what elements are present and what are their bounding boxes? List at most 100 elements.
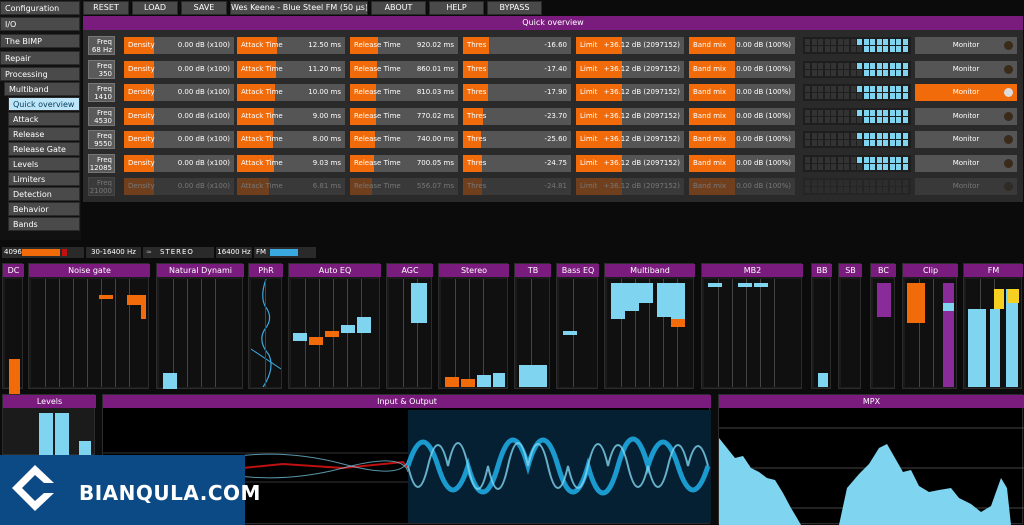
module-bb[interactable]: BB bbox=[811, 263, 832, 389]
nav-item-release-gate[interactable]: Release Gate bbox=[8, 142, 80, 156]
thres-slider[interactable]: Thres -17.90 bbox=[463, 84, 571, 101]
bandmix-slider[interactable]: Band mix 0.00 dB (100%) bbox=[689, 178, 795, 195]
help-button[interactable]: HELP bbox=[429, 1, 484, 15]
density-slider[interactable]: Density 0.00 dB (x100) bbox=[124, 107, 234, 125]
attack-slider[interactable]: Attack Time 9.00 ms bbox=[237, 107, 345, 125]
module-dc[interactable]: DC bbox=[2, 263, 24, 399]
limit-slider[interactable]: Limit +36.12 dB (2097152) bbox=[576, 84, 684, 101]
release-slider[interactable]: Release Time 810.03 ms bbox=[350, 84, 458, 101]
about-button[interactable]: ABOUT bbox=[371, 1, 426, 15]
bandmix-slider[interactable]: Band mix 0.00 dB (100%) bbox=[689, 60, 795, 78]
freq-button[interactable]: Freq 68 Hz bbox=[88, 36, 115, 55]
limit-slider[interactable]: Limit +36.12 dB (2097152) bbox=[576, 107, 684, 125]
monitor-button[interactable]: Monitor bbox=[915, 60, 1017, 78]
attack-value: 8.00 ms bbox=[312, 135, 341, 143]
release-slider[interactable]: Release Time 700.05 ms bbox=[350, 154, 458, 172]
save-button[interactable]: SAVE bbox=[181, 1, 227, 15]
module-auto-eq[interactable]: Auto EQ bbox=[288, 263, 381, 389]
load-button[interactable]: LOAD bbox=[132, 1, 178, 15]
release-slider[interactable]: Release Time 920.02 ms bbox=[350, 37, 458, 54]
module-multiband[interactable]: Multiband bbox=[604, 263, 695, 389]
module-agc[interactable]: AGC bbox=[386, 263, 433, 389]
attack-slider[interactable]: Attack Time 9.03 ms bbox=[237, 154, 345, 172]
density-label: Density bbox=[128, 88, 155, 96]
nav-item-limiters[interactable]: Limiters bbox=[8, 172, 80, 186]
reset-button[interactable]: RESET bbox=[83, 1, 129, 15]
module-fm[interactable]: FM bbox=[963, 263, 1023, 389]
nav-item-repair[interactable]: Repair bbox=[0, 51, 80, 65]
module-mb2[interactable]: MB2 bbox=[701, 263, 803, 389]
monitor-button[interactable]: Monitor bbox=[915, 178, 1017, 195]
bandmix-slider[interactable]: Band mix 0.00 dB (100%) bbox=[689, 84, 795, 101]
module-noise-gate[interactable]: Noise gate bbox=[28, 263, 150, 389]
module-natural-dynami[interactable]: Natural Dynami bbox=[156, 263, 244, 389]
density-slider[interactable]: Density 0.00 dB (x100) bbox=[124, 178, 234, 195]
monitor-button[interactable]: Monitor bbox=[915, 154, 1017, 172]
nav-item-behavior[interactable]: Behavior bbox=[8, 202, 80, 216]
release-slider[interactable]: Release Time 770.02 ms bbox=[350, 107, 458, 125]
meter-segment bbox=[805, 156, 810, 163]
nav-item-processing[interactable]: Processing bbox=[0, 67, 80, 81]
meter-segment bbox=[889, 109, 895, 116]
module-bass-eq[interactable]: Bass EQ bbox=[556, 263, 599, 389]
thres-slider[interactable]: Thres -25.60 bbox=[463, 131, 571, 148]
attack-slider[interactable]: Attack Time 6.81 ms bbox=[237, 178, 345, 195]
density-slider[interactable]: Density 0.00 dB (x100) bbox=[124, 131, 234, 148]
nav-item-attack[interactable]: Attack bbox=[8, 112, 80, 126]
freq-button[interactable]: Freq 1410 bbox=[88, 83, 115, 102]
monitor-button[interactable]: Monitor bbox=[915, 84, 1017, 101]
monitor-button[interactable]: Monitor bbox=[915, 131, 1017, 148]
release-slider[interactable]: Release Time 556.07 ms bbox=[350, 178, 458, 195]
nav-item-detection[interactable]: Detection bbox=[8, 187, 80, 201]
thres-slider[interactable]: Thres -24.75 bbox=[463, 154, 571, 172]
nav-item-bands[interactable]: Bands bbox=[8, 217, 80, 231]
freq-button[interactable]: Freq 350 bbox=[88, 59, 115, 79]
thres-slider[interactable]: Thres -17.40 bbox=[463, 60, 571, 78]
module-tb[interactable]: TB bbox=[514, 263, 551, 389]
bandmix-slider[interactable]: Band mix 0.00 dB (100%) bbox=[689, 131, 795, 148]
nav-item-levels[interactable]: Levels bbox=[8, 157, 80, 171]
module-sb[interactable]: SB bbox=[838, 263, 862, 389]
limit-slider[interactable]: Limit +36.12 dB (2097152) bbox=[576, 60, 684, 78]
nav-item-quick-overview[interactable]: Quick overview bbox=[8, 97, 80, 111]
limit-slider[interactable]: Limit +36.12 dB (2097152) bbox=[576, 37, 684, 54]
nav-item-multiband[interactable]: Multiband bbox=[4, 82, 80, 96]
attack-slider[interactable]: Attack Time 12.50 ms bbox=[237, 37, 345, 54]
bandmix-slider[interactable]: Band mix 0.00 dB (100%) bbox=[689, 107, 795, 125]
preset-selector[interactable]: Wes Keene - Blue Steel FM (50 µs) bbox=[230, 1, 368, 15]
bandmix-slider[interactable]: Band mix 0.00 dB (100%) bbox=[689, 154, 795, 172]
density-slider[interactable]: Density 0.00 dB (x100) bbox=[124, 60, 234, 78]
nav-item-configuration[interactable]: Configuration bbox=[0, 1, 80, 15]
freq-button[interactable]: Freq 9550 bbox=[88, 130, 115, 149]
limit-slider[interactable]: Limit +36.12 dB (2097152) bbox=[576, 131, 684, 148]
density-slider[interactable]: Density 0.00 dB (x100) bbox=[124, 154, 234, 172]
attack-slider[interactable]: Attack Time 10.00 ms bbox=[237, 84, 345, 101]
meter-segment bbox=[837, 163, 843, 170]
freq-button[interactable]: Freq 4530 bbox=[88, 106, 115, 126]
module-bc[interactable]: BC bbox=[870, 263, 896, 389]
thres-slider[interactable]: Thres -24.81 bbox=[463, 178, 571, 195]
nav-item-release[interactable]: Release bbox=[8, 127, 80, 141]
limit-slider[interactable]: Limit +36.12 dB (2097152) bbox=[576, 178, 684, 195]
module-clip[interactable]: Clip bbox=[902, 263, 958, 389]
module-phr[interactable]: PhR bbox=[248, 263, 283, 389]
module-display bbox=[873, 279, 894, 387]
module-stereo[interactable]: Stereo bbox=[438, 263, 509, 389]
bandmix-slider[interactable]: Band mix 0.00 dB (100%) bbox=[689, 37, 795, 54]
monitor-button[interactable]: Monitor bbox=[915, 37, 1017, 54]
bypass-button[interactable]: BYPASS bbox=[487, 1, 542, 15]
attack-slider[interactable]: Attack Time 8.00 ms bbox=[237, 131, 345, 148]
nav-item-i-o[interactable]: I/O bbox=[0, 17, 80, 31]
thres-slider[interactable]: Thres -23.70 bbox=[463, 107, 571, 125]
density-slider[interactable]: Density 0.00 dB (x100) bbox=[124, 84, 234, 101]
density-slider[interactable]: Density 0.00 dB (x100) bbox=[124, 37, 234, 54]
nav-item-the-bimp[interactable]: The BIMP bbox=[0, 34, 80, 48]
freq-button[interactable]: Freq 12085 bbox=[88, 153, 115, 173]
thres-slider[interactable]: Thres -16.60 bbox=[463, 37, 571, 54]
attack-slider[interactable]: Attack Time 11.20 ms bbox=[237, 60, 345, 78]
freq-button[interactable]: Freq 21000 bbox=[88, 177, 115, 196]
release-slider[interactable]: Release Time 860.01 ms bbox=[350, 60, 458, 78]
monitor-button[interactable]: Monitor bbox=[915, 107, 1017, 125]
release-slider[interactable]: Release Time 740.00 ms bbox=[350, 131, 458, 148]
limit-slider[interactable]: Limit +36.12 dB (2097152) bbox=[576, 154, 684, 172]
